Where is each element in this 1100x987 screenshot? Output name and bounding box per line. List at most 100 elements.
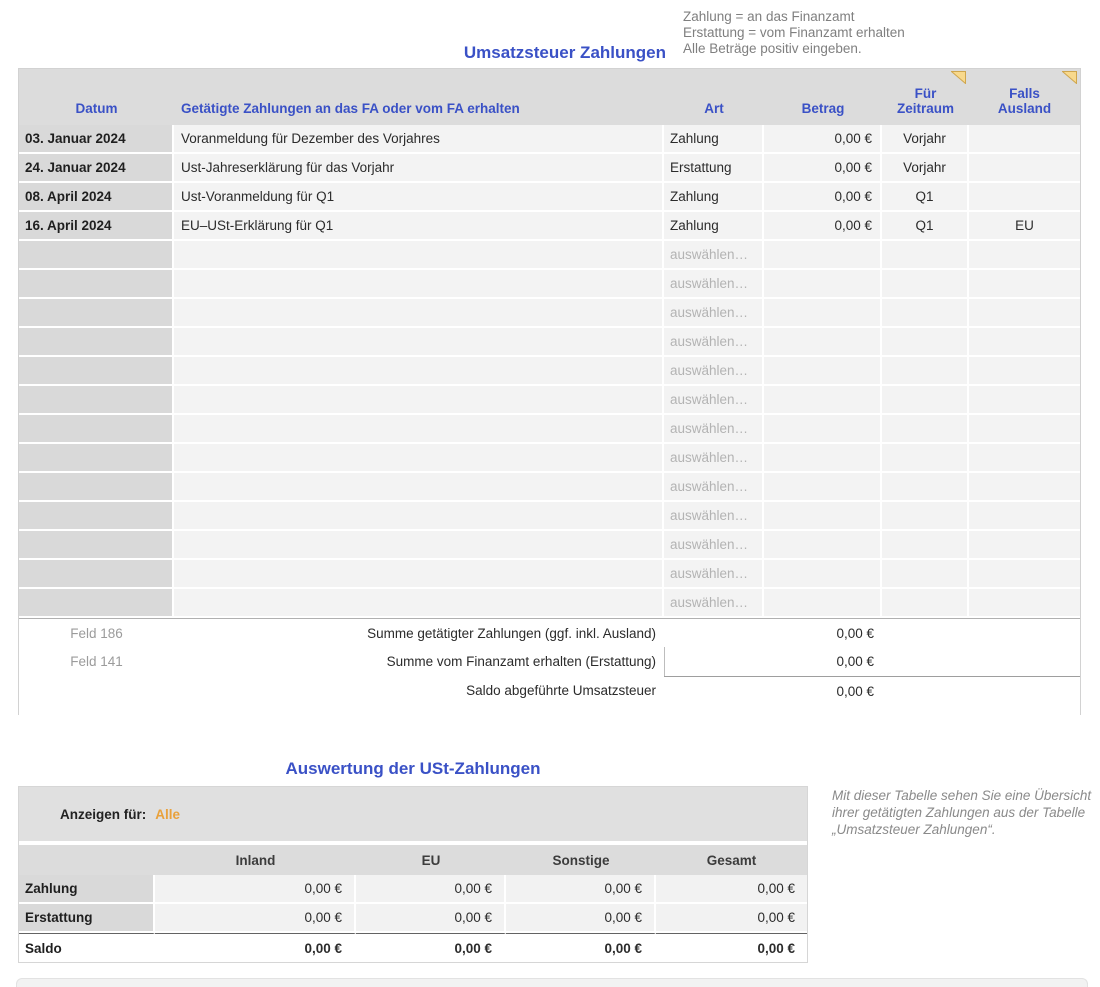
betrag-cell[interactable]: 0,00 € <box>764 154 882 183</box>
datum-cell[interactable] <box>19 386 174 415</box>
zeitraum-cell[interactable] <box>882 270 969 299</box>
datum-cell[interactable]: 03. Januar 2024 <box>19 125 174 154</box>
beschreibung-cell[interactable] <box>174 357 664 386</box>
art-select-cell[interactable]: auswählen… <box>664 560 764 589</box>
betrag-cell[interactable] <box>764 386 882 415</box>
zeitraum-cell[interactable] <box>882 386 969 415</box>
betrag-cell[interactable]: 0,00 € <box>764 212 882 241</box>
betrag-cell[interactable] <box>764 415 882 444</box>
betrag-cell[interactable] <box>764 589 882 618</box>
datum-cell[interactable] <box>19 241 174 270</box>
datum-cell[interactable] <box>19 502 174 531</box>
ausland-cell[interactable] <box>969 560 1080 589</box>
beschreibung-cell[interactable]: Ust-Voranmeldung für Q1 <box>174 183 664 212</box>
zeitraum-cell[interactable] <box>882 502 969 531</box>
ausland-cell[interactable] <box>969 357 1080 386</box>
beschreibung-cell[interactable] <box>174 502 664 531</box>
art-select-cell[interactable]: auswählen… <box>664 531 764 560</box>
zeitraum-cell[interactable] <box>882 299 969 328</box>
datum-cell[interactable] <box>19 473 174 502</box>
betrag-cell[interactable] <box>764 241 882 270</box>
zeitraum-cell[interactable]: Q1 <box>882 183 969 212</box>
datum-cell[interactable] <box>19 357 174 386</box>
zeitraum-cell[interactable] <box>882 531 969 560</box>
ausland-cell[interactable] <box>969 154 1080 183</box>
art-select-cell[interactable]: auswählen… <box>664 357 764 386</box>
zeitraum-cell[interactable]: Q1 <box>882 212 969 241</box>
betrag-cell[interactable] <box>764 502 882 531</box>
beschreibung-cell[interactable] <box>174 473 664 502</box>
betrag-cell[interactable] <box>764 560 882 589</box>
beschreibung-cell[interactable] <box>174 531 664 560</box>
zeitraum-cell[interactable] <box>882 415 969 444</box>
ausland-cell[interactable]: EU <box>969 212 1080 241</box>
art-select-cell[interactable]: Zahlung <box>664 183 764 212</box>
art-select-cell[interactable]: auswählen… <box>664 328 764 357</box>
zeitraum-cell[interactable] <box>882 560 969 589</box>
beschreibung-cell[interactable] <box>174 589 664 618</box>
betrag-cell[interactable] <box>764 444 882 473</box>
art-select-cell[interactable]: auswählen… <box>664 386 764 415</box>
datum-cell[interactable]: 08. April 2024 <box>19 183 174 212</box>
beschreibung-cell[interactable]: Voranmeldung für Dezember des Vorjahres <box>174 125 664 154</box>
ausland-cell[interactable] <box>969 241 1080 270</box>
beschreibung-cell[interactable] <box>174 270 664 299</box>
ausland-cell[interactable] <box>969 415 1080 444</box>
ausland-cell[interactable] <box>969 125 1080 154</box>
art-select-cell[interactable]: auswählen… <box>664 241 764 270</box>
art-select-cell[interactable]: auswählen… <box>664 270 764 299</box>
beschreibung-cell[interactable] <box>174 415 664 444</box>
art-select-cell[interactable]: auswählen… <box>664 415 764 444</box>
datum-cell[interactable]: 16. April 2024 <box>19 212 174 241</box>
datum-cell[interactable] <box>19 560 174 589</box>
datum-cell[interactable] <box>19 328 174 357</box>
beschreibung-cell[interactable] <box>174 299 664 328</box>
filter-popup-button[interactable]: Alle <box>155 807 180 822</box>
art-select-cell[interactable]: auswählen… <box>664 299 764 328</box>
betrag-cell[interactable] <box>764 299 882 328</box>
ausland-cell[interactable] <box>969 502 1080 531</box>
beschreibung-cell[interactable] <box>174 560 664 589</box>
beschreibung-cell[interactable] <box>174 241 664 270</box>
betrag-cell[interactable] <box>764 328 882 357</box>
betrag-cell[interactable] <box>764 473 882 502</box>
ausland-cell[interactable] <box>969 328 1080 357</box>
zeitraum-cell[interactable] <box>882 589 969 618</box>
betrag-cell[interactable] <box>764 531 882 560</box>
art-select-cell[interactable]: auswählen… <box>664 473 764 502</box>
datum-cell[interactable] <box>19 270 174 299</box>
zeitraum-cell[interactable] <box>882 444 969 473</box>
art-select-cell[interactable]: Erstattung <box>664 154 764 183</box>
zeitraum-cell[interactable] <box>882 328 969 357</box>
betrag-cell[interactable] <box>764 270 882 299</box>
zeitraum-cell[interactable]: Vorjahr <box>882 154 969 183</box>
art-select-cell[interactable]: Zahlung <box>664 125 764 154</box>
ausland-cell[interactable] <box>969 473 1080 502</box>
ausland-cell[interactable] <box>969 183 1080 212</box>
datum-cell[interactable] <box>19 531 174 560</box>
ausland-cell[interactable] <box>969 531 1080 560</box>
betrag-cell[interactable] <box>764 357 882 386</box>
ausland-cell[interactable] <box>969 589 1080 618</box>
datum-cell[interactable] <box>19 589 174 618</box>
zeitraum-cell[interactable] <box>882 357 969 386</box>
beschreibung-cell[interactable]: Ust-Jahreserklärung für das Vorjahr <box>174 154 664 183</box>
zeitraum-cell[interactable] <box>882 241 969 270</box>
beschreibung-cell[interactable]: EU–USt-Erklärung für Q1 <box>174 212 664 241</box>
betrag-cell[interactable]: 0,00 € <box>764 183 882 212</box>
beschreibung-cell[interactable] <box>174 444 664 473</box>
beschreibung-cell[interactable] <box>174 328 664 357</box>
art-select-cell[interactable]: Zahlung <box>664 212 764 241</box>
ausland-cell[interactable] <box>969 386 1080 415</box>
ausland-cell[interactable] <box>969 299 1080 328</box>
betrag-cell[interactable]: 0,00 € <box>764 125 882 154</box>
ausland-cell[interactable] <box>969 270 1080 299</box>
datum-cell[interactable] <box>19 415 174 444</box>
datum-cell[interactable] <box>19 299 174 328</box>
art-select-cell[interactable]: auswählen… <box>664 589 764 618</box>
beschreibung-cell[interactable] <box>174 386 664 415</box>
zeitraum-cell[interactable] <box>882 473 969 502</box>
datum-cell[interactable]: 24. Januar 2024 <box>19 154 174 183</box>
art-select-cell[interactable]: auswählen… <box>664 502 764 531</box>
art-select-cell[interactable]: auswählen… <box>664 444 764 473</box>
